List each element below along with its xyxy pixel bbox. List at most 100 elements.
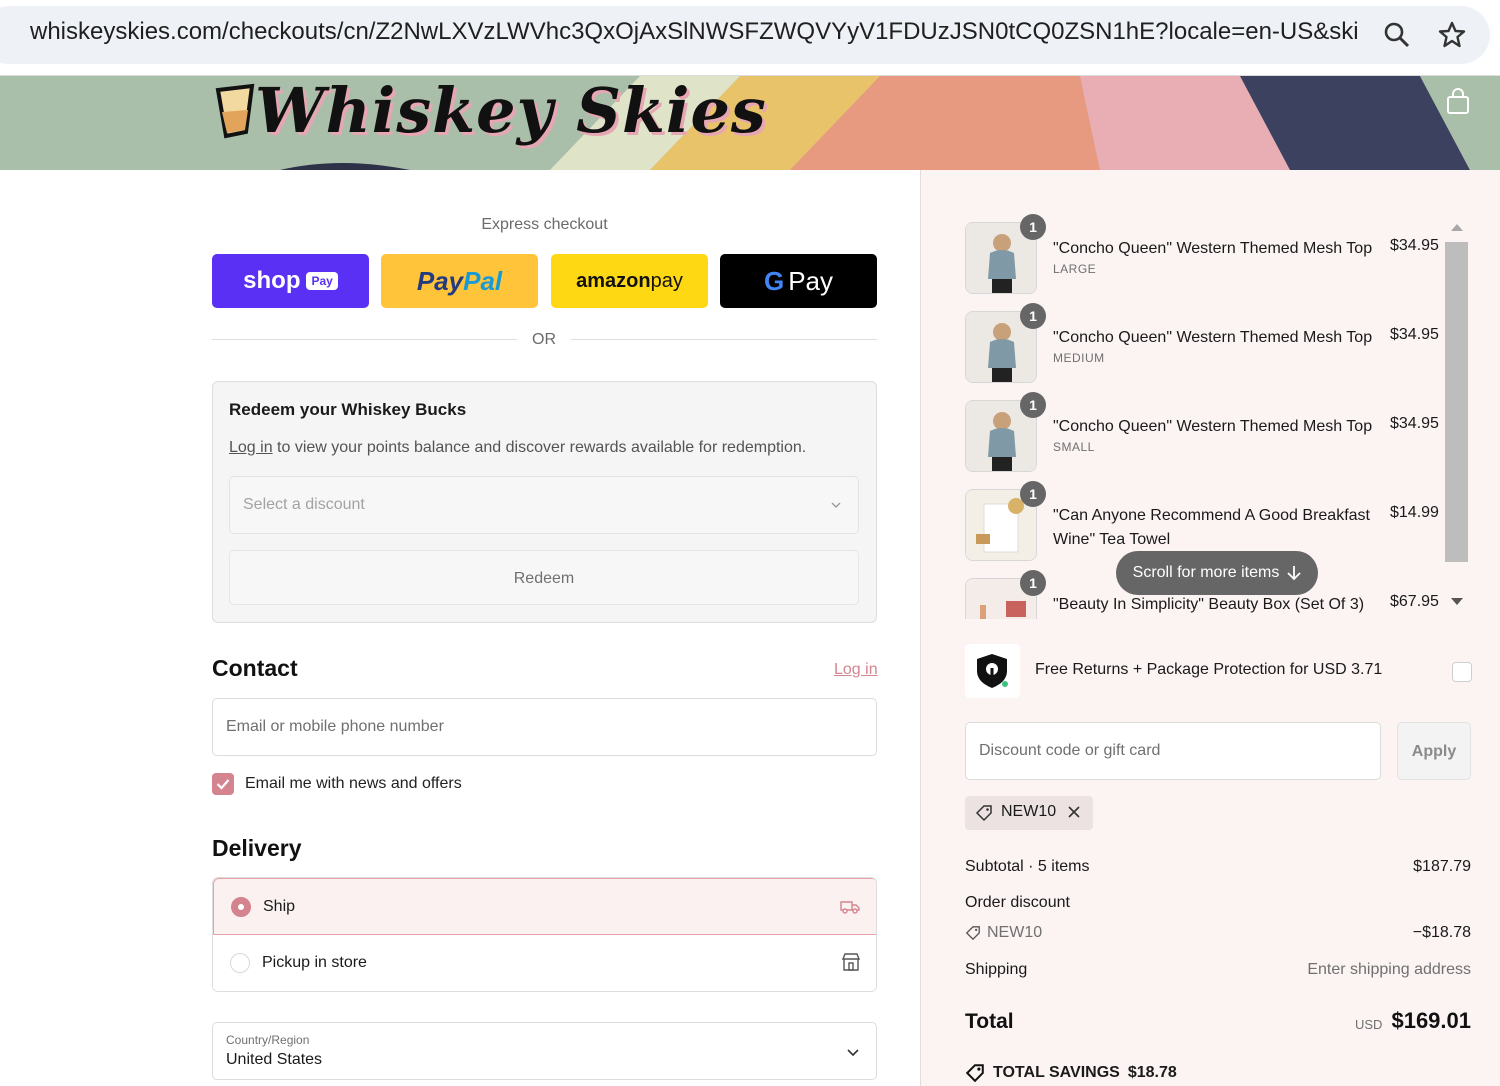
total-savings-value: $18.78	[1127, 1064, 1177, 1081]
chevron-down-icon	[847, 1049, 859, 1057]
item-price: $67.95	[1390, 593, 1439, 610]
redeem-description: Log in to view your points balance and d…	[229, 439, 806, 457]
item-variant: MEDIUM	[1053, 351, 1105, 365]
ship-option-label: Ship	[263, 898, 296, 915]
tag-icon	[975, 805, 992, 822]
shipping-label: Shipping	[965, 961, 1028, 978]
order-discount-code: NEW10	[965, 924, 1042, 942]
pickup-radio[interactable]	[230, 953, 250, 973]
contact-heading: Contact	[212, 655, 298, 681]
arrow-down-icon	[1287, 566, 1301, 581]
subtotal-value: $187.79	[1413, 858, 1471, 875]
chevron-down-icon	[831, 502, 841, 508]
applied-discount-code: NEW10	[1001, 803, 1057, 820]
redeem-description-text: to view your points balance and discover…	[272, 439, 807, 456]
quantity-badge: 1	[1020, 481, 1046, 507]
package-protection-checkbox[interactable]	[1452, 662, 1472, 682]
total-label: Total	[965, 1010, 1014, 1033]
quantity-badge: 1	[1020, 214, 1046, 240]
newsletter-label: Email me with news and offers	[245, 775, 462, 792]
delivery-heading: Delivery	[212, 835, 302, 861]
country-select[interactable]: Country/Region United States	[212, 1022, 877, 1080]
remove-discount-close-icon[interactable]	[1067, 805, 1081, 819]
shipping-value: Enter shipping address	[1307, 961, 1471, 978]
amazon-pay-label: pay	[650, 269, 683, 292]
country-label: Country/Region	[226, 1033, 310, 1047]
total-savings-label: TOTAL SAVINGS	[993, 1064, 1120, 1081]
shield-lock-icon	[977, 654, 1008, 688]
scroll-for-more-button[interactable]: Scroll for more items	[1116, 551, 1318, 595]
redeem-login-link[interactable]: Log in	[229, 439, 273, 456]
google-pay-label: Pay	[788, 265, 834, 296]
quantity-badge: 1	[1020, 303, 1046, 329]
package-protection-logo	[965, 644, 1020, 698]
redeem-title: Redeem your Whiskey Bucks	[229, 400, 467, 419]
order-discount-label: Order discount	[965, 894, 1070, 911]
paypal-button[interactable]: Pay Pal	[381, 254, 538, 308]
tag-icon	[965, 1064, 984, 1083]
shop-pay-button[interactable]: shop Pay	[212, 254, 369, 308]
cart-item: 1 "Concho Queen" Western Themed Mesh Top…	[960, 303, 1450, 383]
total-currency: USD	[1355, 1017, 1383, 1032]
truck-icon	[840, 901, 860, 914]
quantity-badge: 1	[1020, 392, 1046, 418]
item-name: "Can Anyone Recommend A Good Breakfast W…	[1053, 507, 1370, 548]
order-discount-code-text: NEW10	[987, 924, 1043, 941]
select-discount-dropdown[interactable]: Select a discount	[229, 476, 859, 534]
paypal-label-pal: Pal	[463, 265, 503, 296]
cart-item: 1 "Concho Queen" Western Themed Mesh Top…	[960, 214, 1450, 294]
pickup-option[interactable]: Pickup in store	[213, 935, 876, 991]
item-price: $34.95	[1390, 415, 1439, 432]
scroll-up-arrow-icon[interactable]	[1450, 222, 1464, 232]
or-divider-left	[212, 339, 517, 340]
apply-discount-button[interactable]: Apply	[1397, 722, 1471, 780]
amazon-label: amazon	[576, 269, 651, 292]
cart-item: 1 "Can Anyone Recommend A Good Breakfast…	[960, 481, 1450, 561]
store-icon	[841, 953, 861, 971]
amazon-pay-button[interactable]: amazon pay	[551, 254, 708, 308]
item-name: "Concho Queen" Western Themed Mesh Top	[1053, 329, 1373, 346]
cart-scroll-thumb[interactable]	[1445, 242, 1468, 562]
contact-login-link[interactable]: Log in	[834, 661, 878, 679]
item-price: $34.95	[1390, 326, 1439, 343]
paypal-label-pay: Pay	[416, 265, 464, 296]
or-divider-right	[571, 339, 877, 340]
scroll-down-arrow-icon[interactable]	[1450, 597, 1464, 607]
redeem-button[interactable]: Redeem	[229, 550, 859, 605]
newsletter-checkbox[interactable]	[212, 773, 234, 795]
shop-pay-label: shop	[243, 267, 301, 294]
delivery-method-group: Ship Pickup in store	[212, 877, 877, 992]
item-variant: LARGE	[1053, 262, 1097, 276]
subtotal-label: Subtotal · 5 items	[965, 858, 1090, 875]
ship-option[interactable]: Ship	[213, 878, 876, 935]
item-name: "Concho Queen" Western Themed Mesh Top	[1053, 418, 1373, 435]
discount-code-input[interactable]: Discount code or gift card	[965, 722, 1381, 780]
country-value: United States	[226, 1051, 323, 1068]
brand-logo[interactable]: Whiskey Skies	[255, 74, 767, 147]
bookmark-star-icon[interactable]	[1437, 20, 1467, 50]
or-divider-text: OR	[532, 331, 556, 348]
package-protection-label: Free Returns + Package Protection for US…	[1035, 661, 1383, 678]
scroll-for-more-label: Scroll for more items	[1132, 564, 1280, 581]
cart-bag-icon[interactable]	[1444, 88, 1472, 116]
checkmark-icon	[216, 779, 230, 790]
item-price: $34.95	[1390, 237, 1439, 254]
order-discount-value: −$18.78	[1412, 924, 1471, 941]
email-field[interactable]: Email or mobile phone number	[212, 698, 877, 756]
item-variant: SMALL	[1053, 440, 1095, 454]
item-name: "Beauty In Simplicity" Beauty Box (Set O…	[1053, 596, 1365, 613]
express-checkout-title: Express checkout	[481, 216, 608, 233]
google-pay-button[interactable]: G Pay	[720, 254, 877, 308]
total-value: $169.01	[1391, 1008, 1471, 1033]
item-price: $14.99	[1390, 504, 1439, 521]
zoom-icon[interactable]	[1382, 20, 1412, 50]
ship-radio[interactable]	[231, 897, 251, 917]
browser-toolbar: s whiskeyskies.com/checkouts/cn/Z2NwLXVz…	[0, 0, 1500, 76]
select-discount-placeholder: Select a discount	[243, 496, 365, 513]
google-g-icon: G	[763, 265, 785, 296]
url-text[interactable]: whiskeyskies.com/checkouts/cn/Z2NwLXVzLW…	[30, 18, 1360, 46]
item-name: "Concho Queen" Western Themed Mesh Top	[1053, 240, 1373, 257]
pickup-option-label: Pickup in store	[262, 954, 367, 971]
applied-discount-chip: NEW10	[965, 796, 1093, 830]
quantity-badge: 1	[1020, 570, 1046, 596]
